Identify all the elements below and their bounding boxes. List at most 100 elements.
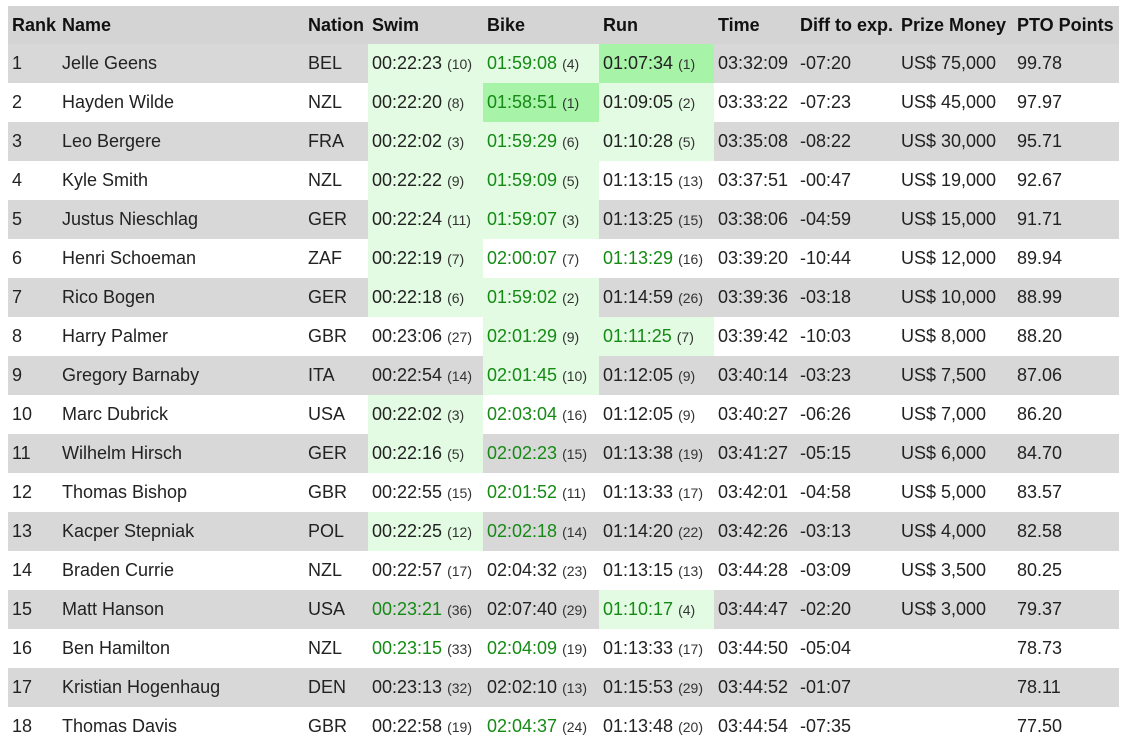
bike-time: 02:04:09 [487,638,558,658]
athlete-name-link[interactable]: Kristian Hogenhaug [58,668,304,707]
run-time: 01:11:25 [603,326,672,346]
run-position: (26) [678,290,703,306]
diff-cell: -05:15 [796,434,897,473]
bike-position: (14) [562,524,587,540]
bike-position: (6) [562,134,580,150]
athlete-name-link[interactable]: Braden Currie [58,551,304,590]
athlete-name-link[interactable]: Gregory Barnaby [58,356,304,395]
athlete-name-link[interactable]: Hayden Wilde [58,83,304,122]
swim-cell: 00:23:21 (36) [368,590,483,629]
swim-cell: 00:22:19 (7) [368,239,483,278]
swim-position: (17) [447,563,472,579]
athlete-name-link[interactable]: Marc Dubrick [58,395,304,434]
bike-time: 02:07:40 [487,599,558,619]
run-position: (17) [678,485,703,501]
col-run-header[interactable]: Run [599,6,714,44]
swim-position: (33) [447,641,472,657]
run-time: 01:12:05 [603,404,674,424]
col-rank-header[interactable]: Rank [8,6,58,44]
run-time: 01:10:28 [603,131,674,151]
run-position: (9) [678,407,696,423]
table-row: 13 Kacper Stepniak POL 00:22:25 (12) 02:… [8,512,1119,551]
athlete-name-link[interactable]: Thomas Davis [58,707,304,746]
col-diff-header[interactable]: Diff to exp. [796,6,897,44]
rank-cell: 17 [8,668,58,707]
swim-cell: 00:22:02 (3) [368,395,483,434]
nation-cell: NZL [304,83,368,122]
run-time: 01:07:34 [603,53,674,73]
col-nation-header[interactable]: Nation [304,6,368,44]
total-time-cell: 03:32:09 [714,44,796,83]
rank-cell: 2 [8,83,58,122]
prize-cell [897,668,1013,707]
bike-cell: 02:01:45 (10) [483,356,599,395]
table-row: 11 Wilhelm Hirsch GER 00:22:16 (5) 02:02… [8,434,1119,473]
run-cell: 01:07:34 (1) [599,44,714,83]
col-time-header[interactable]: Time [714,6,796,44]
athlete-name-link[interactable]: Jelle Geens [58,44,304,83]
run-time: 01:14:20 [603,521,674,541]
bike-time: 01:58:51 [487,92,558,112]
run-time: 01:14:59 [603,287,674,307]
run-time: 01:13:33 [603,482,674,502]
rank-cell: 15 [8,590,58,629]
rank-cell: 18 [8,707,58,746]
run-time: 01:15:53 [603,677,674,697]
col-prize-header[interactable]: Prize Money [897,6,1013,44]
run-time: 01:13:29 [603,248,674,268]
athlete-name-link[interactable]: Matt Hanson [58,590,304,629]
bike-time: 02:02:23 [487,443,558,463]
athlete-name-link[interactable]: Kyle Smith [58,161,304,200]
run-time: 01:10:17 [603,599,674,619]
bike-cell: 02:00:07 (7) [483,239,599,278]
swim-position: (27) [447,329,472,345]
bike-cell: 02:04:37 (24) [483,707,599,746]
col-pto-header[interactable]: PTO Points [1013,6,1119,44]
athlete-name-link[interactable]: Thomas Bishop [58,473,304,512]
run-time: 01:13:15 [603,170,674,190]
col-swim-header[interactable]: Swim [368,6,483,44]
table-body: 1 Jelle Geens BEL 00:22:23 (10) 01:59:08… [8,44,1119,746]
run-position: (13) [678,173,703,189]
swim-cell: 00:22:22 (9) [368,161,483,200]
swim-time: 00:22:23 [372,53,443,73]
swim-position: (14) [447,368,472,384]
col-bike-header[interactable]: Bike [483,6,599,44]
prize-cell [897,629,1013,668]
diff-cell: -02:20 [796,590,897,629]
athlete-name-link[interactable]: Justus Nieschlag [58,200,304,239]
athlete-name-link[interactable]: Rico Bogen [58,278,304,317]
bike-cell: 02:04:32 (23) [483,551,599,590]
col-name-header[interactable]: Name [58,6,304,44]
run-time: 01:12:05 [603,365,674,385]
athlete-name-link[interactable]: Harry Palmer [58,317,304,356]
run-cell: 01:09:05 (2) [599,83,714,122]
swim-time: 00:22:19 [372,248,443,268]
athlete-name-link[interactable]: Kacper Stepniak [58,512,304,551]
prize-cell: US$ 15,000 [897,200,1013,239]
bike-time: 01:59:29 [487,131,558,151]
athlete-name-link[interactable]: Leo Bergere [58,122,304,161]
bike-position: (13) [562,680,587,696]
pto-points-cell: 79.37 [1013,590,1119,629]
athlete-name-link[interactable]: Wilhelm Hirsch [58,434,304,473]
swim-cell: 00:23:06 (27) [368,317,483,356]
bike-time: 02:00:07 [487,248,558,268]
swim-time: 00:22:22 [372,170,443,190]
run-cell: 01:10:28 (5) [599,122,714,161]
swim-time: 00:22:57 [372,560,443,580]
pto-points-cell: 82.58 [1013,512,1119,551]
athlete-name-link[interactable]: Henri Schoeman [58,239,304,278]
bike-position: (16) [562,407,587,423]
nation-cell: GER [304,200,368,239]
total-time-cell: 03:33:22 [714,83,796,122]
diff-cell: -08:22 [796,122,897,161]
table-row: 10 Marc Dubrick USA 00:22:02 (3) 02:03:0… [8,395,1119,434]
diff-cell: -01:07 [796,668,897,707]
total-time-cell: 03:40:27 [714,395,796,434]
total-time-cell: 03:39:36 [714,278,796,317]
swim-time: 00:22:16 [372,443,443,463]
nation-cell: GBR [304,317,368,356]
total-time-cell: 03:40:14 [714,356,796,395]
athlete-name-link[interactable]: Ben Hamilton [58,629,304,668]
